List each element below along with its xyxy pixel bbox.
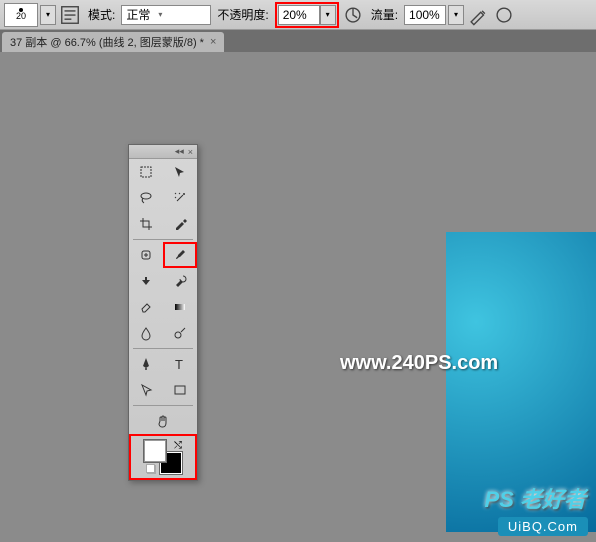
magic-wand-tool[interactable] bbox=[163, 185, 197, 211]
opacity-label: 不透明度: bbox=[217, 6, 268, 23]
healing-brush-tool[interactable] bbox=[129, 242, 163, 268]
brush-preset-picker[interactable]: 20 bbox=[4, 3, 38, 27]
pressure-opacity-icon[interactable] bbox=[341, 4, 365, 26]
flow-label: 流量: bbox=[371, 6, 398, 23]
opacity-input[interactable]: 20% bbox=[278, 5, 320, 25]
lasso-tool[interactable] bbox=[129, 185, 163, 211]
separator bbox=[133, 405, 193, 406]
mode-label: 模式: bbox=[88, 6, 115, 23]
svg-text:T: T bbox=[175, 357, 183, 372]
close-icon[interactable]: × bbox=[188, 147, 193, 157]
options-bar: 20 ▾ 模式: 正常 ▾ 不透明度: 20% ▾ 流量: 100% ▾ bbox=[0, 0, 596, 30]
watermark-site: UiBQ.Com bbox=[498, 517, 588, 536]
workspace: ◂◂ × T bbox=[0, 52, 596, 542]
separator bbox=[133, 348, 193, 349]
clone-stamp-tool[interactable] bbox=[129, 268, 163, 294]
hand-tool[interactable] bbox=[146, 408, 180, 434]
gradient-tool[interactable] bbox=[163, 294, 197, 320]
history-brush-tool[interactable] bbox=[163, 268, 197, 294]
color-swatches-highlight: ⤭ bbox=[129, 434, 197, 480]
pen-tool[interactable] bbox=[129, 351, 163, 377]
tab-title: 37 副本 @ 66.7% (曲线 2, 图层蒙版/8) * bbox=[10, 34, 204, 50]
chevron-down-icon: ▾ bbox=[158, 10, 162, 19]
document-tab[interactable]: 37 副本 @ 66.7% (曲线 2, 图层蒙版/8) * × bbox=[2, 32, 224, 52]
watermark-url: www.240PS.com bbox=[340, 352, 498, 375]
brush-panel-toggle-icon[interactable] bbox=[58, 4, 82, 26]
blend-mode-value: 正常 bbox=[126, 6, 150, 23]
path-selection-tool[interactable] bbox=[129, 377, 163, 403]
dodge-tool[interactable] bbox=[163, 320, 197, 346]
opacity-value: 20% bbox=[283, 8, 307, 22]
eyedropper-tool[interactable] bbox=[163, 211, 197, 237]
flow-dropdown[interactable]: ▾ bbox=[448, 5, 464, 25]
brush-preset-dropdown[interactable]: ▾ bbox=[40, 5, 56, 25]
tools-panel-header[interactable]: ◂◂ × bbox=[129, 145, 197, 159]
default-colors-icon[interactable] bbox=[146, 464, 156, 474]
flow-input[interactable]: 100% bbox=[404, 5, 446, 25]
separator bbox=[133, 239, 193, 240]
airbrush-icon[interactable] bbox=[466, 4, 490, 26]
swap-colors-icon[interactable]: ⤭ bbox=[174, 440, 182, 451]
tools-panel: ◂◂ × T bbox=[128, 144, 198, 481]
brush-size-value: 20 bbox=[16, 12, 26, 21]
watermark-brand: PS 老好者 bbox=[485, 482, 586, 514]
shape-tool[interactable] bbox=[163, 377, 197, 403]
pressure-size-icon[interactable] bbox=[492, 4, 516, 26]
type-tool[interactable]: T bbox=[163, 351, 197, 377]
blur-tool[interactable] bbox=[129, 320, 163, 346]
opacity-highlight: 20% ▾ bbox=[275, 2, 339, 28]
document-tab-bar: 37 副本 @ 66.7% (曲线 2, 图层蒙版/8) * × bbox=[0, 30, 596, 52]
foreground-color-swatch[interactable] bbox=[144, 440, 166, 462]
flow-value: 100% bbox=[409, 8, 440, 22]
color-swatches: ⤭ bbox=[144, 440, 182, 474]
collapse-icon[interactable]: ◂◂ bbox=[175, 146, 184, 157]
move-tool[interactable] bbox=[163, 159, 197, 185]
tools-grid: T ⤭ bbox=[129, 159, 197, 480]
brush-tool[interactable] bbox=[163, 242, 197, 268]
crop-tool[interactable] bbox=[129, 211, 163, 237]
blend-mode-select[interactable]: 正常 ▾ bbox=[121, 5, 211, 25]
eraser-tool[interactable] bbox=[129, 294, 163, 320]
opacity-dropdown[interactable]: ▾ bbox=[320, 5, 336, 25]
marquee-tool[interactable] bbox=[129, 159, 163, 185]
close-icon[interactable]: × bbox=[210, 36, 216, 48]
